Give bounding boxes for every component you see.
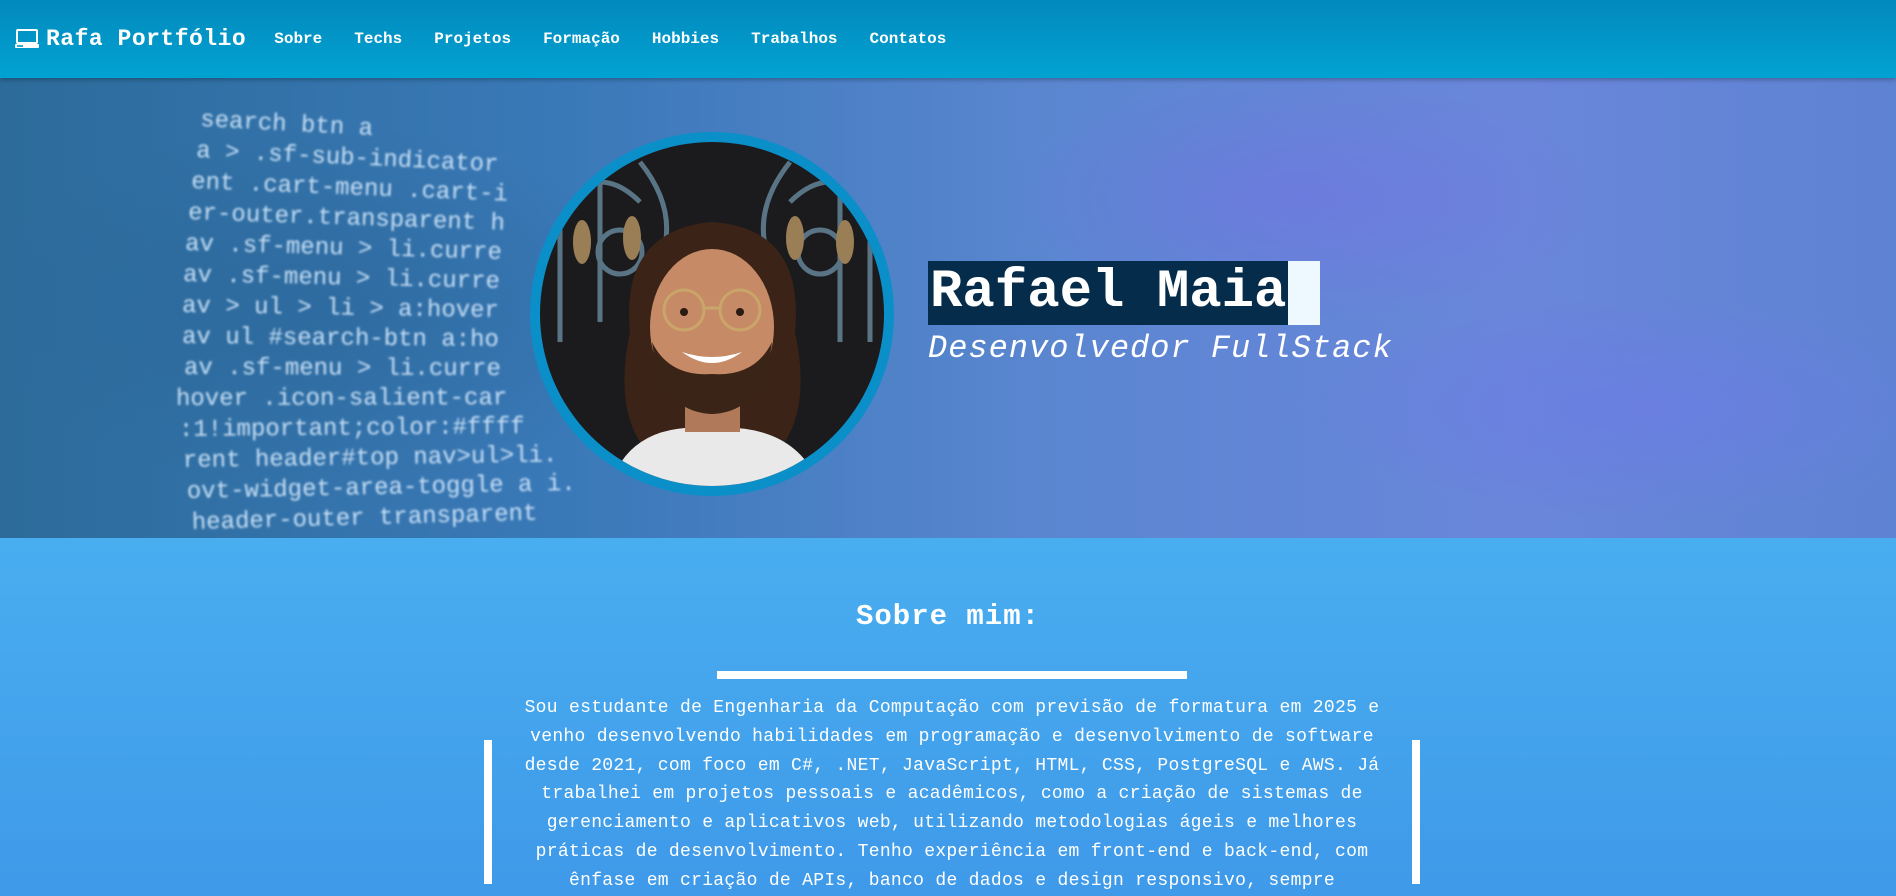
code-line: av .sf-menu > li.curre xyxy=(184,355,501,383)
code-line: hover .icon-salient-car xyxy=(176,385,507,413)
hero-name: Rafael Maia xyxy=(928,261,1289,325)
nav-link-contatos[interactable]: Contatos xyxy=(870,30,947,48)
nav-link-projetos[interactable]: Projetos xyxy=(434,30,511,48)
nav-link-hobbies[interactable]: Hobbies xyxy=(652,30,719,48)
typing-cursor xyxy=(1288,261,1321,325)
nav-links: Sobre Techs Projetos Formação Hobbies Tr… xyxy=(274,30,978,48)
code-line: av ul #search-btn a:ho xyxy=(182,324,499,354)
about-right-border xyxy=(1412,740,1420,884)
avatar-ring xyxy=(530,132,894,496)
code-line: header-outer transparent xyxy=(191,501,537,537)
nav-link-techs[interactable]: Techs xyxy=(354,30,402,48)
hero-name-wrap: Rafael Maia xyxy=(928,261,1321,325)
code-line: av > ul > li > a:hover xyxy=(182,293,499,325)
brand-title: Rafa Portfólio xyxy=(46,26,247,52)
navbar: Rafa Portfólio Sobre Techs Projetos Form… xyxy=(0,0,1896,78)
brand-link[interactable]: Rafa Portfólio xyxy=(14,26,246,52)
hero-role: Desenvolvedor FullStack xyxy=(928,330,1393,367)
avatar xyxy=(540,142,884,486)
code-line: search btn a xyxy=(200,107,374,143)
about-left-border xyxy=(484,740,492,884)
about-section: Sobre mim: Sou estudante de Engenharia d… xyxy=(0,538,1896,891)
about-title: Sobre mim: xyxy=(855,600,1041,633)
about-title-underline xyxy=(717,671,1187,679)
code-line: :1!important;color:#ffff xyxy=(179,414,525,444)
laptop-icon xyxy=(15,29,39,48)
hero-section: search btn aa > .sf-sub-indicator ent .ca… xyxy=(0,78,1896,538)
code-line: av .sf-menu > li.curre xyxy=(185,231,502,267)
code-line: rent header#top nav>ul>li. xyxy=(183,442,558,475)
nav-link-sobre[interactable]: Sobre xyxy=(274,30,322,48)
nav-link-trabalhos[interactable]: Trabalhos xyxy=(751,30,837,48)
about-text: Sou estudante de Engenharia da Computaçã… xyxy=(524,698,1380,891)
nav-link-formacao[interactable]: Formação xyxy=(543,30,620,48)
code-line: av .sf-menu > li.curre xyxy=(183,262,500,296)
